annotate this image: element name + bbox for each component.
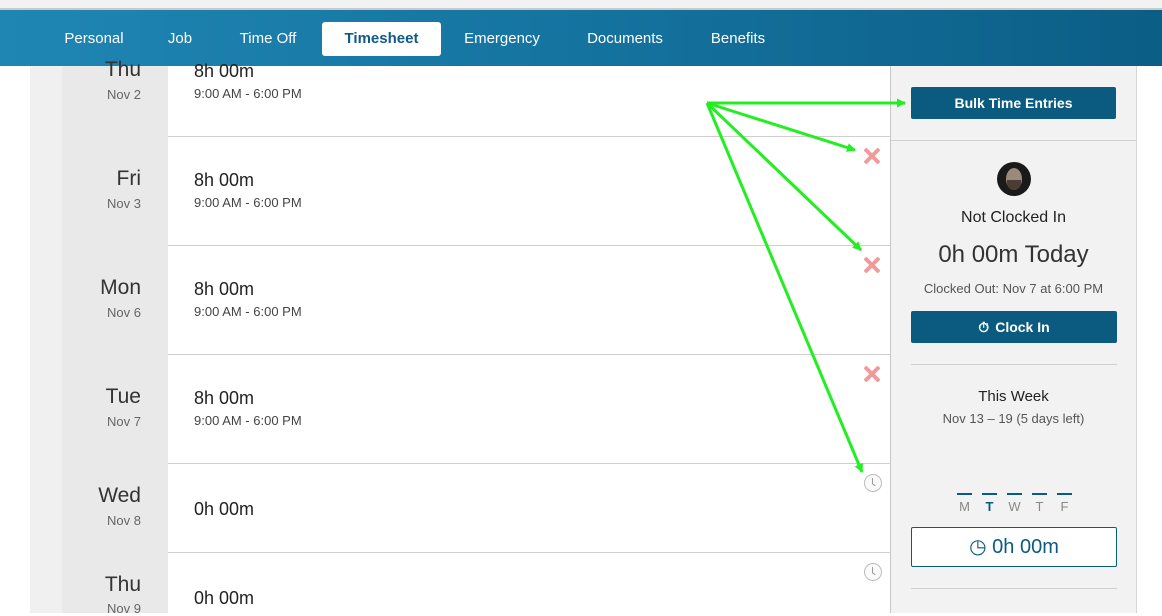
entry-hours: 8h 00m [194,170,255,190]
row-divider [168,136,890,137]
today-total: 0h 00m Today [938,241,1089,268]
day-date: Nov 3 [107,196,141,211]
entry-hours: 0h 00m [194,499,255,519]
entry-time-range[interactable]: 9:00 AM - 6:00 PM [194,195,302,210]
entry-time-range[interactable]: 9:00 AM - 6:00 PM [194,413,302,428]
day-date: Nov 7 [107,414,141,429]
row-divider [168,552,890,553]
day-name: Wed [98,484,141,507]
clock-in-button[interactable]: ⏱ Clock In [911,311,1117,343]
row-divider [168,463,890,464]
entry-time-range[interactable]: 9:00 AM - 6:00 PM [194,304,302,319]
avatar [997,162,1031,196]
entry-hours: 8h 00m [194,388,255,408]
clock-icon[interactable] [864,474,882,492]
day-name: Mon [100,276,141,299]
weekday-bar-t [982,493,997,495]
weekday-bar-th [1032,493,1047,495]
entry-hours: 0h 00m [194,588,255,608]
window-top-strip [0,0,1162,10]
clocked-out-text: Clocked Out: Nov 7 at 6:00 PM [923,281,1104,296]
delete-x-icon[interactable] [862,146,882,166]
week-range: Nov 13 – 19 (5 days left) [942,411,1085,426]
day-date: Nov 6 [107,305,141,320]
right-edge [1137,66,1162,613]
tab-timesheet[interactable]: Timesheet [322,22,441,56]
left-gutter [0,66,30,613]
entry-hours: 8h 00m [194,279,255,299]
row-divider [168,245,890,246]
day-name: Thu [104,58,141,81]
weekday-bar-w [1007,493,1022,495]
weekday-label-today: T [985,499,994,514]
weekday-bar-f [1057,493,1072,495]
tab-benefits[interactable]: Benefits [698,22,778,56]
bulk-time-entries-button[interactable]: Bulk Time Entries [911,87,1116,119]
weekday-bar-m [957,493,972,495]
day-column-labels: Thu Nov 2 Fri Nov 3 Mon Nov 6 Tue Nov 7 … [62,0,168,616]
clock-icon[interactable] [864,563,882,581]
tab-time-off[interactable]: Time Off [225,22,311,56]
clock-in-label: Clock In [995,319,1050,335]
weekday-label: W [1008,499,1021,514]
day-date: Nov 8 [107,513,141,528]
day-date: Nov 2 [107,87,141,102]
weekday-label: M [959,499,970,514]
weekday-label: T [1035,499,1044,514]
nav-bar: Personal Job Time Off Timesheet Emergenc… [0,10,1162,66]
tab-documents[interactable]: Documents [574,22,676,56]
day-name: Thu [104,573,141,596]
row-divider [168,354,890,355]
day-date: Nov 9 [107,601,141,616]
clock-status: Not Clocked In [961,209,1066,226]
stopwatch-icon: ⏱ [978,319,990,335]
sidebar-divider [911,588,1117,589]
left-panel [30,66,62,613]
delete-x-icon[interactable] [862,255,882,275]
avatar-beard [1007,180,1021,190]
delete-x-icon[interactable] [862,364,882,384]
week-total: 0h 00m [992,536,1059,558]
day-name: Fri [116,167,142,190]
sidebar-divider [891,140,1136,141]
time-entries-panel [168,66,891,613]
tab-emergency[interactable]: Emergency [452,22,552,56]
clock-outline-icon: ◷ [969,536,987,558]
week-total-box: ◷ 0h 00m [911,527,1117,567]
entry-time-range[interactable]: 9:00 AM - 6:00 PM [194,86,302,101]
week-title: This Week [978,388,1049,405]
entry-hours: 8h 00m [194,61,255,81]
sidebar-divider [911,364,1117,365]
weekday-label: F [1060,499,1069,514]
day-name: Tue [105,385,141,408]
